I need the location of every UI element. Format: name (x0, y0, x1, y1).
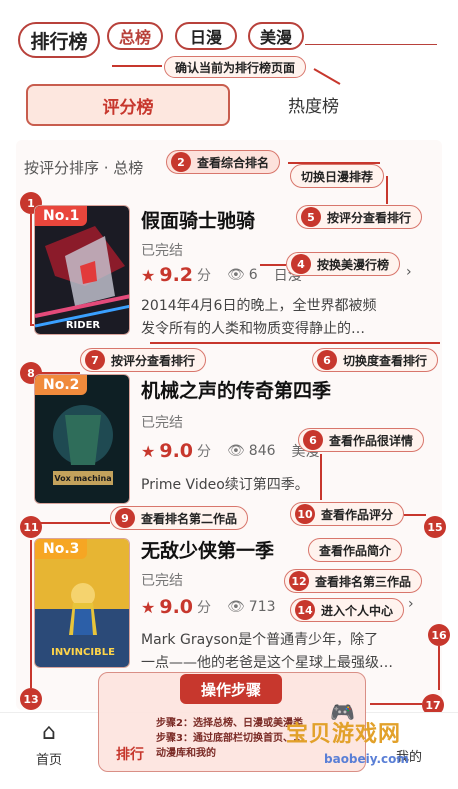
step-2: 步骤2：选择总榜、日漫或美漫类 (156, 718, 303, 729)
annotation-confirm: 确认当前为排行榜页面 (164, 56, 307, 78)
item-status-2: 已完结 (141, 415, 183, 431)
star-icon: ★ (141, 441, 156, 461)
rank-badge: No.2 (35, 375, 88, 395)
arrow-11 (40, 522, 110, 524)
eye-icon: 👁 (227, 267, 245, 283)
annotation-switch-riman: 切换日漫排荐 (290, 164, 385, 188)
arrow-1 (30, 214, 32, 324)
annotation-4: 4 按换美漫行榜 (286, 252, 401, 276)
item-views-1: 6 (248, 267, 258, 283)
step-3: 步骤3：通过底部栏切换首页、... (156, 733, 305, 744)
home-icon: ⌂ (42, 720, 56, 745)
cover-item-2[interactable]: Vox machina No.2 (34, 374, 130, 504)
eye-icon: 👁 (227, 599, 245, 615)
tab-overall[interactable]: 总榜 (107, 22, 163, 50)
item-score-1: 9.2 (159, 264, 194, 286)
cover-item-1[interactable]: RIDER No.1 (34, 205, 130, 335)
annotation-6a: 6 切换度查看排行 (312, 348, 439, 372)
annotation-9: 9 查看排名第二作品 (110, 506, 249, 530)
tab-ranking[interactable]: 排行榜 (18, 22, 100, 58)
divider-arrow-6 (150, 342, 440, 344)
sort-label: 按评分排序 · 总榜 (24, 159, 144, 177)
arrow-16 (438, 646, 440, 690)
item-status-1: 已完结 (141, 243, 183, 259)
chevron-right-icon[interactable]: › (408, 596, 414, 612)
nav-home-label: 首页 (35, 753, 62, 768)
arrow-riman (386, 176, 388, 204)
item-status-3: 已完结 (141, 573, 183, 589)
item-desc-3: Mark Grayson是个普通青少年，除了 一点——他的老爸是这个星球上最强级… (141, 632, 393, 671)
annotation-6b: 6 查看作品很详情 (298, 428, 425, 452)
eye-icon: 👁 (227, 443, 245, 459)
arrow-17 (370, 703, 422, 705)
item-title-3[interactable]: 无敌少侠第一季 (141, 536, 274, 563)
segment-hot-ranking[interactable]: 热度榜 (288, 92, 339, 117)
star-icon: ★ (141, 265, 156, 285)
arrow-to-hot (313, 68, 341, 85)
rank-badge: No.1 (35, 206, 88, 226)
marker-16: 16 (428, 624, 450, 646)
score-unit: 分 (197, 600, 212, 616)
marker-13: 13 (20, 688, 42, 710)
arrow-6b (320, 454, 322, 500)
steps-title: 操作步骤 (180, 674, 282, 704)
item-desc-1: 2014年4月6日的晚上，全世界都被频 发令所有的人类和物质变得静止的… (141, 298, 377, 337)
step-3b: 动漫库和我的 (156, 748, 216, 759)
watermark: 宝贝游戏网 (286, 722, 402, 747)
segment-score-ranking[interactable]: 评分榜 (26, 84, 230, 126)
item-views-2: 846 (248, 443, 276, 459)
arrow-15 (404, 514, 426, 516)
arrow-4 (260, 264, 286, 266)
cover-item-3[interactable]: INVINCIBLE No.3 (34, 538, 130, 668)
annotation-5: 5 按评分查看排行 (296, 205, 423, 229)
svg-text:INVINCIBLE: INVINCIBLE (51, 647, 115, 658)
arrow-13 (30, 540, 32, 688)
annotation-7: 7 按评分查看排行 (80, 348, 207, 372)
item-score-2: 9.0 (159, 440, 194, 462)
annotation-14: 14 进入个人中心 (290, 598, 405, 622)
nav-home[interactable]: ⌂ 首页 (24, 720, 74, 768)
annotation-10: 10 查看作品评分 (290, 502, 405, 526)
svg-text:RIDER: RIDER (66, 320, 101, 331)
item-title-2[interactable]: 机械之声的传奇第四季 (141, 376, 331, 403)
item-desc-2: Prime Video续订第四季。 (141, 477, 309, 493)
tab-american-comics[interactable]: 美漫 (248, 22, 304, 50)
header-divider (305, 44, 437, 45)
chevron-right-icon[interactable]: › (406, 264, 412, 280)
nav-ranking[interactable]: 排行 (116, 744, 144, 764)
svg-text:Vox machina: Vox machina (54, 474, 111, 483)
item-score-3: 9.0 (159, 596, 194, 618)
marker-15: 15 (424, 516, 446, 538)
arrow-confirm (112, 65, 162, 67)
item-views-3: 713 (248, 599, 276, 615)
star-icon: ★ (141, 597, 156, 617)
watermark-url: baobeiy.com (324, 752, 409, 766)
score-unit: 分 (197, 444, 212, 460)
marker-11: 11 (20, 516, 42, 538)
tab-japanese-anime[interactable]: 日漫 (175, 22, 237, 50)
annotation-12: 12 查看排名第三作品 (284, 569, 423, 593)
item-title-1[interactable]: 假面骑士驰骑 (141, 206, 255, 233)
annotation-2: 2 查看综合排名 (166, 150, 281, 174)
score-unit: 分 (197, 268, 212, 284)
rank-badge: No.3 (35, 539, 88, 559)
annotation-intro: 查看作品简介 (308, 538, 403, 562)
